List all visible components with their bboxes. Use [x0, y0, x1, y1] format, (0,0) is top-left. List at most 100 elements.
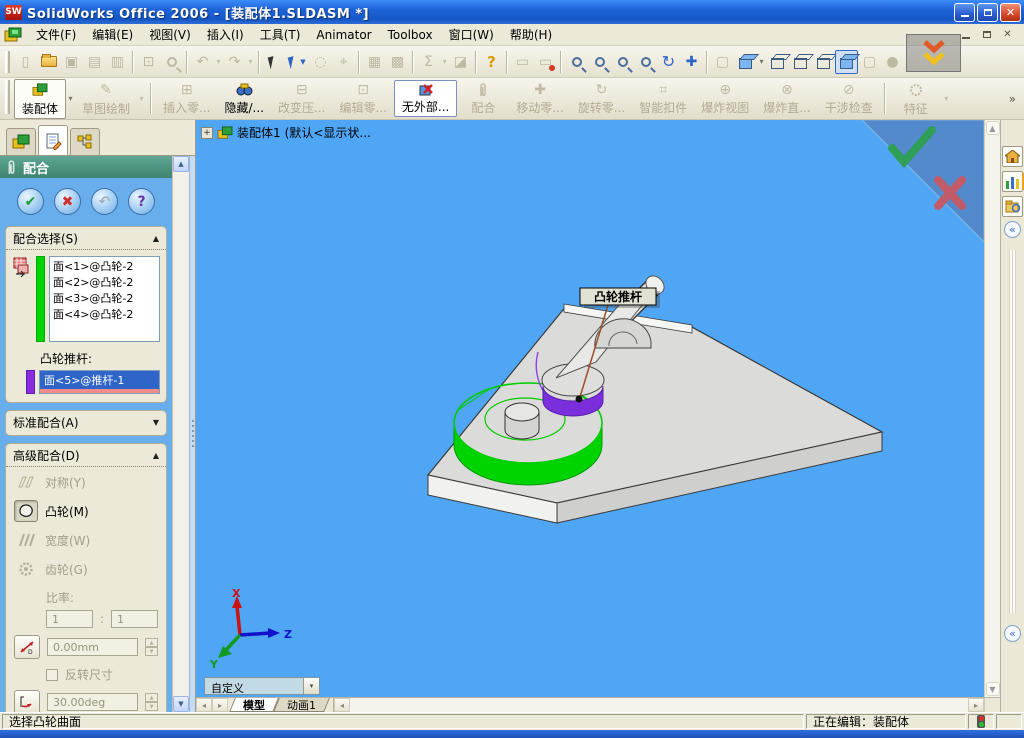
menu-animator[interactable]: Animator [308, 26, 379, 44]
zoom-fit-icon[interactable] [565, 50, 588, 74]
view-orientation-combo[interactable]: 自定义 ▾ [204, 677, 320, 695]
width-mate-option[interactable]: 宽度(W) [6, 525, 166, 554]
cam-mate-option[interactable]: 凸轮(M) [6, 496, 166, 525]
list-item[interactable]: 面<2>@凸轮-2 [53, 275, 156, 291]
insert-component-button[interactable]: ⊞ 插入零... [156, 80, 217, 117]
save-icon[interactable]: ▣ [60, 50, 83, 74]
zoom-area-icon[interactable] [588, 50, 611, 74]
home-button[interactable] [1002, 146, 1023, 167]
restore-button[interactable] [977, 2, 998, 22]
boss-cylinder-top[interactable] [504, 402, 540, 422]
ratio-b-input[interactable]: 1 [111, 610, 158, 628]
rotate-view-icon[interactable]: ↻ [657, 50, 680, 74]
panel-scrollbar[interactable]: ▲ ▼ [172, 156, 189, 712]
collapse-icon[interactable]: ▲ [153, 234, 159, 243]
ratio-a-input[interactable]: 1 [46, 610, 93, 628]
menu-edit[interactable]: 编辑(E) [84, 24, 141, 45]
help-button[interactable]: ? [128, 188, 155, 215]
selected-follower-face[interactable]: 面<5>@推杆-1 [40, 371, 159, 389]
selection-filter-icon[interactable]: ▼ [286, 50, 309, 74]
undo-icon[interactable]: ↶ [191, 50, 214, 74]
tree-node-config[interactable]: (默认<显示状... [285, 124, 371, 141]
collapse-icon[interactable]: ▲ [153, 451, 159, 460]
edrawings-publish-icon[interactable]: ▭ [534, 50, 557, 74]
advanced-mates-header[interactable]: 高级配合(D) ▲ [6, 444, 166, 467]
mate-selections-list[interactable]: 面<1>@凸轮-2 面<2>@凸轮-2 面<3>@凸轮-2 面<4>@凸轮-2 [49, 256, 160, 342]
cancel-button[interactable]: ✖ [54, 188, 81, 215]
task-pane-grip[interactable] [1009, 250, 1016, 613]
viewport-vertical-scrollbar[interactable]: ▲ ▼ [984, 120, 1000, 697]
standard-mates-header[interactable]: 标准配合(A) ▼ [6, 411, 166, 433]
menu-toolbox[interactable]: Toolbox [380, 26, 441, 44]
assembly-caret-icon[interactable]: ▾ [66, 94, 75, 103]
tab-property-manager[interactable] [38, 125, 68, 155]
spin-up-icon[interactable]: ▲ [145, 638, 158, 647]
tab-motion-study[interactable]: 动画1 [273, 698, 330, 712]
features-button[interactable]: 特征 [890, 80, 942, 118]
exploded-view-button[interactable]: ⊕ 爆炸视图 [694, 80, 756, 117]
distance-mate-button[interactable]: D [14, 635, 40, 659]
cam-follower-field[interactable]: 面<5>@推杆-1 [39, 370, 160, 394]
tab-scroll-right-icon[interactable]: ▸ [212, 698, 228, 712]
move-component-button[interactable]: ✚ 移动零... [509, 80, 570, 117]
hscroll-right-icon[interactable]: ▸ [968, 698, 984, 712]
collapse-popup[interactable] [906, 34, 961, 72]
make-assembly-icon[interactable]: ▥ [106, 50, 129, 74]
viewport-horizontal-scrollbar[interactable]: ◂ ▸ [333, 698, 984, 712]
gear-mate-option[interactable]: 齿轮(G) [6, 554, 166, 583]
panel-scroll-track[interactable] [173, 172, 189, 696]
hidden-lines-removed-icon[interactable] [812, 50, 835, 74]
measure-caret-icon[interactable]: ▾ [440, 57, 449, 66]
expand-icon[interactable]: ▼ [153, 418, 159, 427]
distance-spinner[interactable]: ▲ ▼ [145, 638, 158, 656]
mdi-restore-button[interactable] [978, 27, 995, 42]
minimize-button[interactable] [954, 2, 975, 22]
panel-splitter[interactable] [189, 156, 195, 712]
menu-insert[interactable]: 插入(I) [199, 24, 252, 45]
list-item[interactable]: 面<3>@凸轮-2 [53, 291, 156, 307]
no-external-reference-button[interactable]: 无外部... [393, 80, 458, 117]
measure-icon[interactable]: Σ [417, 50, 440, 74]
select-icon[interactable] [263, 50, 286, 74]
perspective-icon[interactable]: ● [881, 50, 904, 74]
tree-expand-button[interactable]: + [201, 126, 213, 139]
tab-scroll-left-icon[interactable]: ◂ [196, 698, 212, 712]
menu-file[interactable]: 文件(F) [28, 24, 84, 45]
mate-selections-header[interactable]: 配合选择(S) ▲ [6, 227, 166, 250]
spin-down-icon[interactable]: ▼ [145, 702, 158, 711]
hscroll-left-icon[interactable]: ◂ [334, 698, 350, 712]
window-cascade-icon[interactable]: ▩ [386, 50, 409, 74]
menu-window[interactable]: 窗口(W) [441, 24, 502, 45]
menu-tools[interactable]: 工具(T) [252, 24, 309, 45]
tab-model[interactable]: 模型 [229, 698, 279, 712]
menu-help[interactable]: 帮助(H) [502, 24, 560, 45]
spin-down-icon[interactable]: ▼ [145, 647, 158, 656]
solidworks-resources-button[interactable] [1002, 171, 1024, 192]
assembly-tab-button[interactable]: 装配体 [14, 78, 67, 119]
make-drawing-icon[interactable]: ▤ [83, 50, 106, 74]
smart-fasteners-button[interactable]: ⌗ 智能扣件 [632, 80, 694, 117]
zoom-in-out-icon[interactable] [611, 50, 634, 74]
tab-configuration-manager[interactable] [70, 128, 100, 155]
toolbar-overflow-button[interactable]: » [1005, 92, 1020, 106]
viewport-scroll-down-icon[interactable]: ▼ [985, 682, 1000, 696]
undo-caret-icon[interactable]: ▾ [214, 57, 223, 66]
task-pane-collapse-icon[interactable]: « [1004, 221, 1021, 238]
sketch-caret-icon[interactable]: ▾ [137, 94, 146, 103]
shaded-caret-icon[interactable]: ▾ [757, 57, 766, 66]
tab-feature-manager[interactable] [6, 128, 36, 155]
pin-icon[interactable]: ⌖ [332, 50, 355, 74]
features-caret-icon[interactable]: ▾ [942, 94, 951, 103]
close-button[interactable]: ✕ [1000, 2, 1021, 22]
shaded-with-edges-icon[interactable] [835, 49, 858, 74]
angle-spinner[interactable]: ▲ ▼ [145, 693, 158, 711]
display-mode-icon[interactable]: ▢ [711, 50, 734, 74]
spin-up-icon[interactable]: ▲ [145, 693, 158, 702]
viewport-scroll-up-icon[interactable]: ▲ [985, 121, 1000, 135]
window-tile-icon[interactable]: ▦ [363, 50, 386, 74]
angle-mate-button[interactable] [14, 690, 40, 712]
mate-button[interactable]: 配合 [457, 80, 509, 117]
zoom-selection-icon[interactable] [634, 50, 657, 74]
explode-line-button[interactable]: ⊗ 爆炸直... [756, 80, 817, 117]
interference-check-button[interactable]: ⊘ 干涉检查 [818, 80, 880, 117]
